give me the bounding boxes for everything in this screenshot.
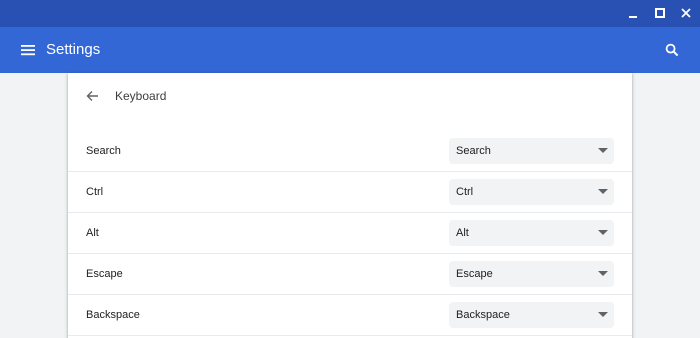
dropdown-arrow-icon	[598, 230, 608, 235]
key-remap-row-ctrl: Ctrl Ctrl	[68, 172, 632, 213]
search-settings-button[interactable]	[660, 39, 684, 61]
dropdown-arrow-icon	[598, 312, 608, 317]
settings-toolbar: Settings	[0, 27, 700, 73]
dropdown-value: Alt	[456, 227, 469, 239]
dropdown-arrow-icon	[598, 189, 608, 194]
hamburger-menu-icon	[21, 45, 35, 56]
app-title: Settings	[46, 41, 101, 58]
key-remap-list: Search Search Ctrl Ctrl Alt Alt Escape E…	[68, 131, 632, 336]
close-icon	[681, 8, 691, 18]
main-menu-button[interactable]	[16, 39, 40, 61]
key-remap-dropdown[interactable]: Backspace	[449, 302, 614, 328]
keyboard-settings-card: Keyboard Search Search Ctrl Ctrl Alt Alt…	[68, 73, 632, 338]
dropdown-value: Ctrl	[456, 186, 474, 198]
key-remap-dropdown[interactable]: Escape	[449, 261, 614, 287]
key-label: Alt	[86, 227, 99, 239]
close-window-button[interactable]	[675, 3, 697, 23]
minimize-icon	[629, 16, 637, 18]
subpage-title: Keyboard	[115, 89, 167, 103]
key-label: Search	[86, 145, 121, 157]
dropdown-value: Search	[456, 145, 491, 157]
key-label: Escape	[86, 268, 123, 280]
minimize-button[interactable]	[622, 3, 644, 23]
dropdown-value: Escape	[456, 268, 493, 280]
back-button[interactable]	[82, 86, 102, 106]
dropdown-arrow-icon	[598, 271, 608, 276]
settings-window: Settings Keyboard Search Search Ctrl Ctr…	[0, 0, 700, 338]
key-remap-row-alt: Alt Alt	[68, 213, 632, 254]
key-remap-row-backspace: Backspace Backspace	[68, 295, 632, 336]
maximize-button[interactable]	[649, 3, 671, 23]
search-icon	[665, 43, 679, 57]
subpage-header: Keyboard	[68, 73, 632, 119]
arrow-back-icon	[86, 91, 98, 101]
dropdown-value: Backspace	[456, 309, 510, 321]
maximize-icon	[655, 8, 665, 18]
key-remap-dropdown[interactable]: Search	[449, 138, 614, 164]
key-remap-dropdown[interactable]: Alt	[449, 220, 614, 246]
key-label: Ctrl	[86, 186, 104, 198]
key-remap-row-search: Search Search	[68, 131, 632, 172]
key-remap-row-escape: Escape Escape	[68, 254, 632, 295]
key-label: Backspace	[86, 309, 140, 321]
dropdown-arrow-icon	[598, 148, 608, 153]
window-titlebar	[0, 0, 700, 27]
key-remap-dropdown[interactable]: Ctrl	[449, 179, 614, 205]
